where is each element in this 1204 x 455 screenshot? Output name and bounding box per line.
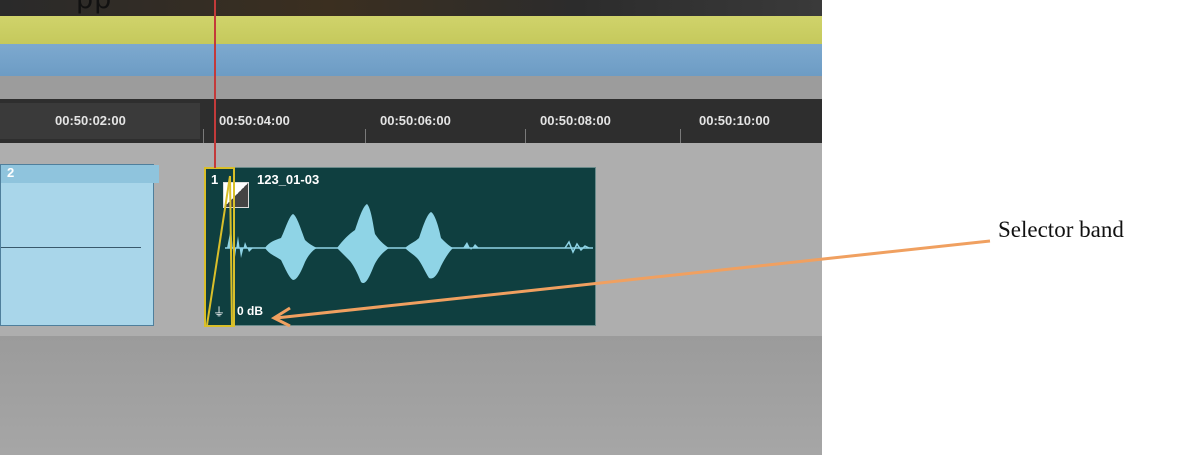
annotation-label: Selector band [998, 217, 1124, 242]
